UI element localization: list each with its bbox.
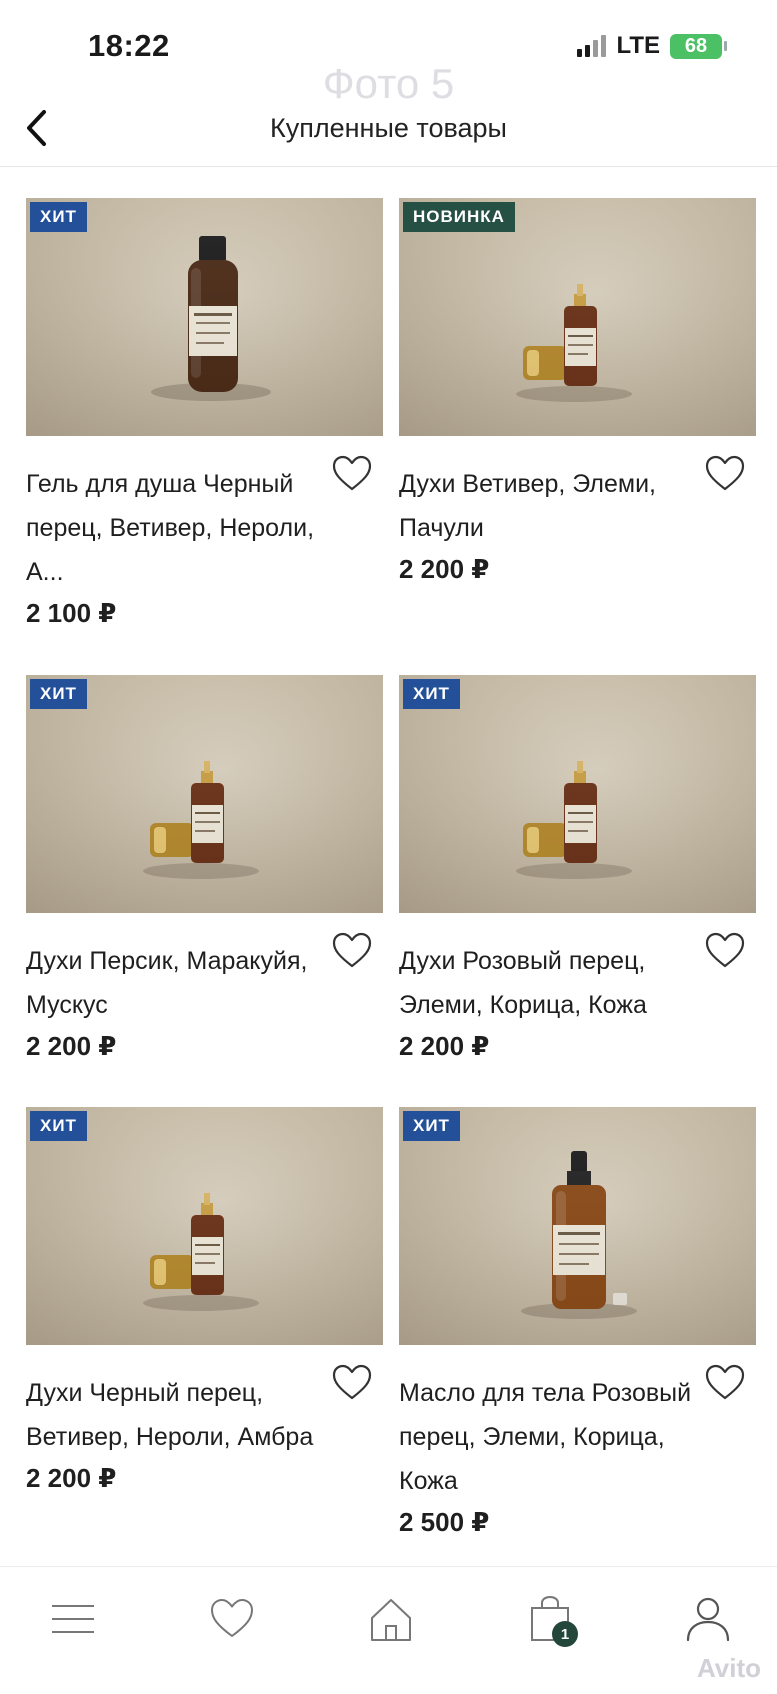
profile-icon xyxy=(686,1597,730,1642)
status-indicators: LTE 68 xyxy=(577,32,727,60)
signal-icon xyxy=(577,35,607,57)
nav-home-button[interactable] xyxy=(361,1589,421,1649)
heart-icon[interactable] xyxy=(331,931,373,971)
product-card[interactable]: ХИТ Духи Розовый перец, Элеми, Корица, К… xyxy=(399,675,756,1107)
product-title[interactable]: Масло для тела Розовый перец, Элеми, Кор… xyxy=(399,1371,700,1503)
nav-profile-button[interactable] xyxy=(678,1589,738,1649)
menu-icon xyxy=(52,1605,94,1633)
product-title[interactable]: Гель для душа Черный перец, Ветивер, Нер… xyxy=(26,462,327,594)
product-price: 2 200 ₽ xyxy=(399,1031,490,1061)
nav-menu-button[interactable] xyxy=(43,1589,103,1649)
nav-cart-button[interactable]: 1 xyxy=(520,1589,580,1649)
body-oil-bottle-image xyxy=(521,1151,637,1319)
page-title: Купленные товары xyxy=(270,113,507,143)
product-card[interactable]: ХИТ Духи Черный перец, Ветивер, Нероли, … xyxy=(26,1107,383,1562)
new-badge: НОВИНКА xyxy=(403,202,515,232)
product-card[interactable]: ХИТ Духи Персик, Маракуйя, Мускус 2 200 … xyxy=(26,675,383,1107)
hit-badge: ХИТ xyxy=(403,1111,460,1141)
status-time: 18:22 xyxy=(88,28,170,63)
product-card[interactable]: НОВИНКА Духи Ветивер, Элеми, Пачули 2 20… xyxy=(399,198,756,675)
heart-icon[interactable] xyxy=(704,931,746,971)
product-price: 2 200 ₽ xyxy=(26,1031,117,1061)
perfume-bottle-image xyxy=(516,761,632,879)
product-price: 2 200 ₽ xyxy=(26,1463,117,1493)
product-title[interactable]: Духи Черный перец, Ветивер, Нероли, Амбр… xyxy=(26,1371,327,1459)
heart-icon[interactable] xyxy=(331,454,373,494)
cart-count-badge: 1 xyxy=(552,1621,578,1647)
perfume-bottle-image xyxy=(516,284,632,402)
bottom-navigation: 1 Avito xyxy=(0,1566,777,1694)
network-type: LTE xyxy=(616,32,660,59)
perfume-bottle-image xyxy=(143,761,259,879)
heart-icon xyxy=(211,1599,253,1637)
nav-favorites-button[interactable] xyxy=(202,1589,262,1649)
heart-icon[interactable] xyxy=(704,1363,746,1403)
product-photo[interactable]: ХИТ xyxy=(26,1107,383,1345)
page-header: Купленные товары xyxy=(0,95,777,167)
hit-badge: ХИТ xyxy=(30,679,87,709)
product-photo[interactable]: ХИТ xyxy=(26,675,383,913)
hit-badge: ХИТ xyxy=(403,679,460,709)
battery-icon: 68 xyxy=(670,33,727,59)
product-price: 2 100 ₽ xyxy=(26,598,117,628)
product-card[interactable]: ХИТ Гель для душа Черный перец, Ветивер,… xyxy=(26,198,383,675)
hit-badge: ХИТ xyxy=(30,1111,87,1141)
product-title[interactable]: Духи Розовый перец, Элеми, Корица, Кожа xyxy=(399,939,700,1027)
status-bar: 18:22 LTE 68 xyxy=(0,0,777,95)
product-card[interactable]: ХИТ Масло для тела Розовый перец, Элеми,… xyxy=(399,1107,756,1562)
hit-badge: ХИТ xyxy=(30,202,87,232)
heart-icon[interactable] xyxy=(704,454,746,494)
product-title[interactable]: Духи Персик, Маракуйя, Мускус xyxy=(26,939,327,1027)
product-price: 2 200 ₽ xyxy=(399,554,490,584)
shower-gel-bottle-image xyxy=(151,236,271,401)
product-photo[interactable]: ХИТ xyxy=(399,1107,756,1345)
heart-icon[interactable] xyxy=(331,1363,373,1403)
avito-watermark: Avito xyxy=(696,1653,761,1683)
product-grid: ХИТ Гель для душа Черный перец, Ветивер,… xyxy=(26,198,756,1562)
home-icon xyxy=(371,1599,411,1641)
battery-level: 68 xyxy=(670,33,722,59)
product-photo[interactable]: ХИТ xyxy=(26,198,383,436)
perfume-bottle-image xyxy=(143,1193,259,1311)
product-title[interactable]: Духи Ветивер, Элеми, Пачули xyxy=(399,462,700,550)
product-photo[interactable]: НОВИНКА xyxy=(399,198,756,436)
product-photo[interactable]: ХИТ xyxy=(399,675,756,913)
product-price: 2 500 ₽ xyxy=(399,1507,490,1537)
